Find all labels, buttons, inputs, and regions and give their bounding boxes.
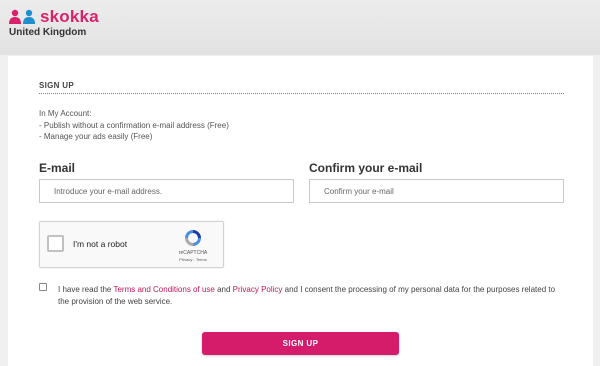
users-logo-icon	[9, 9, 35, 24]
region-label: United Kingdom	[9, 27, 87, 38]
benefit-item: - Publish without a confirmation e-mail …	[39, 120, 229, 130]
confirm-email-field[interactable]	[309, 179, 564, 203]
section-divider	[39, 93, 564, 94]
recaptcha-logo-icon	[185, 230, 201, 246]
consent-checkbox[interactable]	[39, 283, 47, 291]
sign-up-button[interactable]: SIGN UP	[202, 332, 399, 355]
recaptcha-links[interactable]: Privacy - Terms	[173, 257, 213, 262]
terms-link[interactable]: Terms and Conditions of use	[113, 285, 214, 294]
site-header: skokka United Kingdom	[0, 0, 600, 55]
account-benefits: In My Account: - Publish without a confi…	[39, 108, 229, 143]
recaptcha-widget: I'm not a robot reCAPTCHA Privacy - Term…	[39, 221, 224, 268]
benefits-heading: In My Account:	[39, 109, 92, 118]
recaptcha-label: I'm not a robot	[73, 239, 128, 249]
recaptcha-checkbox[interactable]	[47, 235, 64, 252]
consent-text-part: I have read the	[58, 285, 114, 294]
consent-text: I have read the Terms and Conditions of …	[58, 284, 558, 308]
section-title: SIGN UP	[39, 81, 74, 90]
signup-panel: SIGN UP In My Account: - Publish without…	[8, 56, 593, 366]
email-field[interactable]	[39, 179, 294, 203]
confirm-email-label: Confirm your e-mail	[309, 161, 423, 175]
brand-name: skokka	[40, 7, 99, 26]
benefit-item: - Manage your ads easily (Free)	[39, 132, 153, 141]
email-label: E-mail	[39, 161, 76, 175]
privacy-policy-link[interactable]: Privacy Policy	[233, 285, 283, 294]
recaptcha-brand: reCAPTCHA	[178, 250, 208, 256]
site-logo[interactable]: skokka	[8, 6, 99, 28]
consent-text-part: and	[214, 285, 233, 294]
